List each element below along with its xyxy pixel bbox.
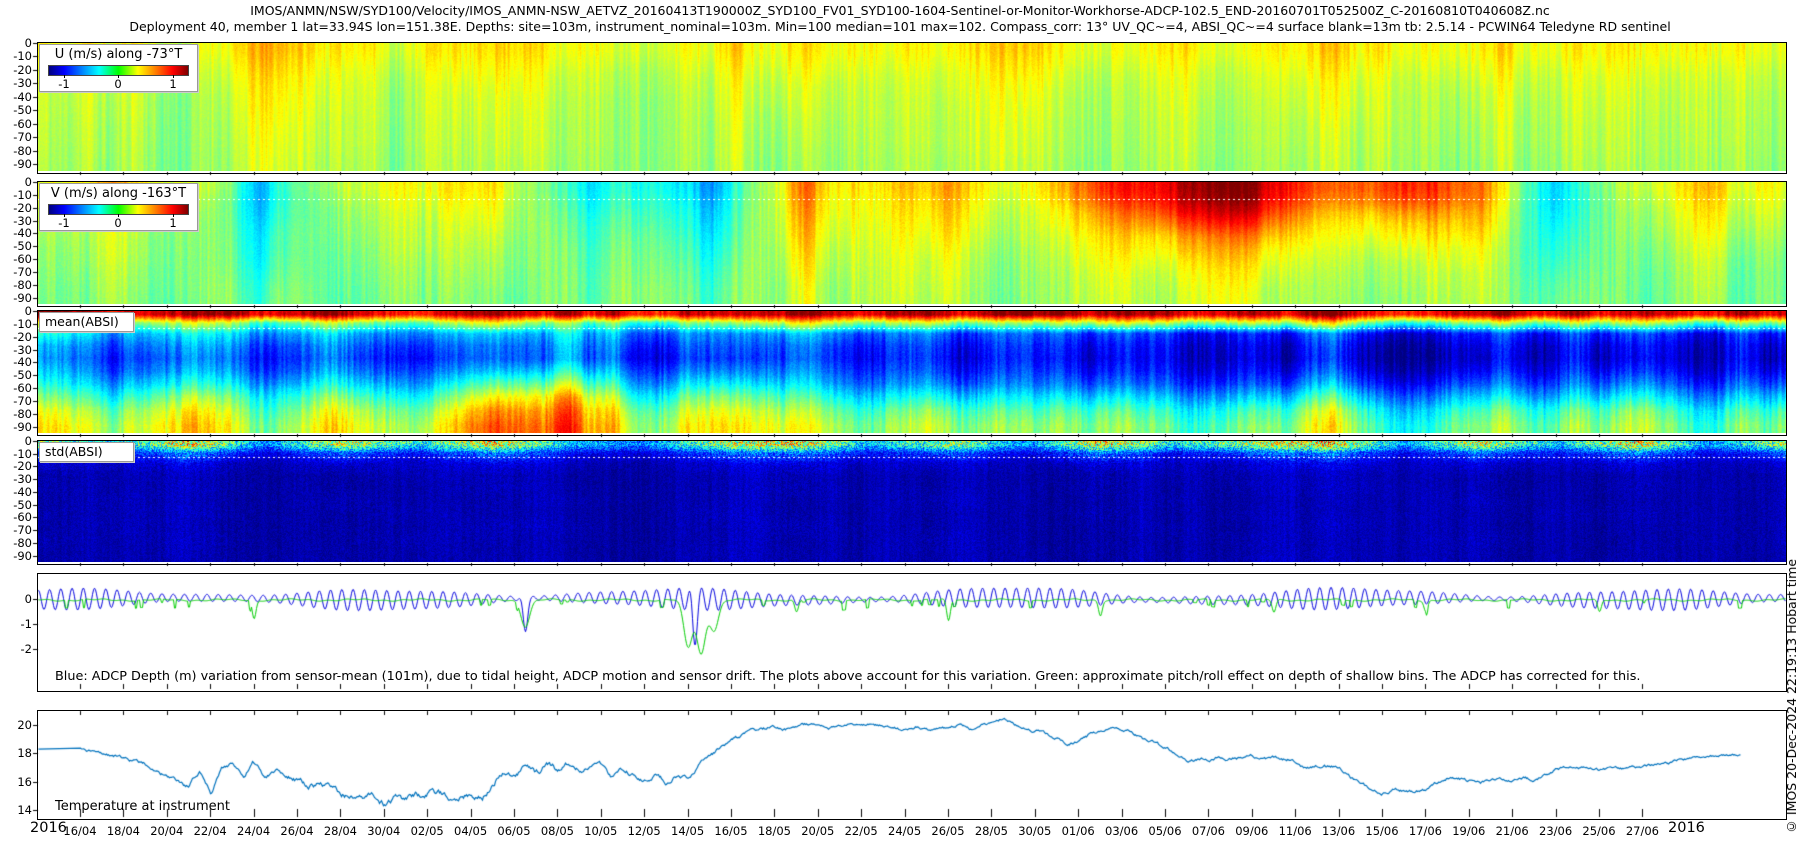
figure-title: IMOS/ANMN/NSW/SYD100/Velocity/IMOS_ANMN-…: [250, 3, 1550, 18]
y-tick-label: -20: [13, 62, 32, 77]
y-tick-label: 20: [17, 718, 32, 733]
u-colorbar-tick-label: 0: [114, 77, 122, 91]
v-velocity-heatmap: [38, 182, 1786, 304]
y-tick-label: 0: [24, 592, 32, 606]
imos-watermark: © IMOS 20-Dec-2024 22:19:13 Hobart time: [1784, 558, 1799, 834]
y-tick-label: -2: [20, 642, 32, 656]
y-tick-label: -50: [13, 103, 32, 118]
mean-absi-heatmap: [38, 311, 1786, 433]
y-tick-label: -80: [13, 143, 32, 158]
y-tick-label: -90: [13, 290, 32, 305]
v-colorbar-tick-label: 1: [169, 216, 177, 230]
year-label-end: 2016: [1668, 820, 1705, 836]
u-velocity-heatmap: [38, 43, 1786, 171]
v-colorbar-tick-label: 0: [114, 216, 122, 230]
y-tick-label: 14: [17, 802, 32, 817]
y-tick-label: -40: [13, 89, 32, 104]
y-tick-label: -90: [13, 157, 32, 172]
depth-variation-annotation: Blue: ADCP Depth (m) variation from sens…: [55, 669, 1641, 684]
mean-absi-label-box: mean(ABSI): [39, 312, 134, 332]
panel-std-absi: std(ABSI): [37, 440, 1787, 565]
temperature-lineplot: [38, 711, 1786, 817]
y-tick-label: 18: [17, 746, 32, 761]
v-colorbar-tick-label: -1: [58, 216, 70, 230]
u-colorbar-tick-label: -1: [58, 77, 70, 91]
v-colorbar-title: V (m/s) along -163°T: [50, 186, 187, 201]
x-tick-label: 27/06: [1625, 824, 1659, 838]
y-tick-label: -10: [13, 49, 32, 64]
v-colorbar-legend: V (m/s) along -163°T -1 0 1: [39, 183, 198, 231]
u-colorbar-tick-label: 1: [169, 77, 177, 91]
u-colorbar-legend: U (m/s) along -73°T -1 0 1: [39, 44, 198, 92]
panel-v-velocity: V (m/s) along -163°T -1 0 1: [37, 181, 1787, 307]
y-tick-label: -90: [13, 419, 32, 434]
std-absi-label-box: std(ABSI): [39, 442, 134, 462]
y-tick-label: -70: [13, 130, 32, 145]
y-tick-label: -60: [13, 116, 32, 131]
panel-temperature: Temperature at instrument: [37, 710, 1787, 820]
std-absi-heatmap: [38, 441, 1786, 562]
panel-mean-absi: mean(ABSI): [37, 310, 1787, 436]
y-tick-label: 0: [24, 36, 32, 50]
figure-subtitle: Deployment 40, member 1 lat=33.94S lon=1…: [129, 19, 1671, 34]
temperature-label: Temperature at instrument: [55, 799, 230, 814]
panel-depth-variation: Blue: ADCP Depth (m) variation from sens…: [37, 573, 1787, 692]
y-tick-label: -30: [13, 76, 32, 91]
y-tick-label: -1: [20, 617, 32, 631]
figure-root: IMOS/ANMN/NSW/SYD100/Velocity/IMOS_ANMN-…: [0, 0, 1800, 850]
u-colorbar-title: U (m/s) along -73°T: [54, 47, 183, 62]
y-tick-label: -90: [13, 548, 32, 563]
y-tick-label: 16: [17, 774, 32, 789]
panel-u-velocity: U (m/s) along -73°T -1 0 1: [37, 42, 1787, 174]
